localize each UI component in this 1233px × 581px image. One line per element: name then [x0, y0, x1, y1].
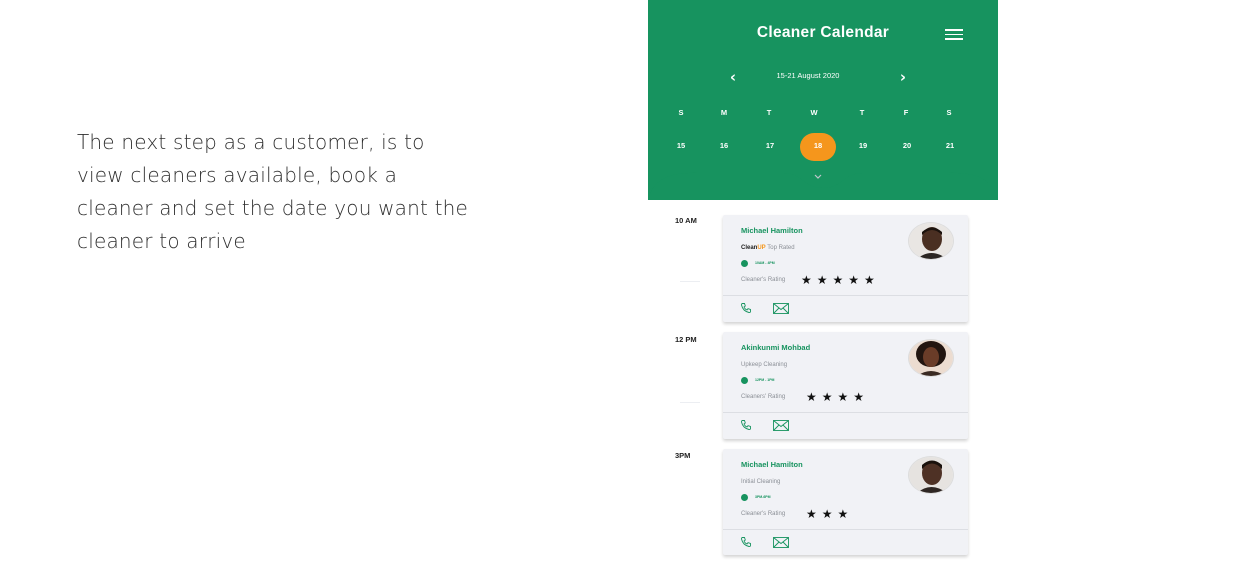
brand-suffix: UP [757, 245, 766, 251]
weekday-label: S [678, 108, 684, 117]
cleaner-card[interactable]: Akinkunmi Mohbad Upkeep Cleaning 12PM - … [723, 332, 968, 439]
timeline-divider [680, 281, 700, 282]
timeline-divider [680, 402, 700, 403]
date-cell[interactable]: 21 [932, 141, 968, 169]
weekday-label: T [859, 108, 865, 117]
star-rating: ★★★ [806, 507, 854, 521]
cleaner-name[interactable]: Akinkunmi Mohbad [741, 343, 810, 352]
phone-icon[interactable] [740, 302, 752, 314]
mail-icon[interactable] [773, 303, 789, 314]
clock-icon [741, 494, 748, 501]
tag-text: Top Rated [765, 245, 795, 251]
cleaner-tag: CleanUP Top Rated [741, 245, 795, 251]
cleaner-card[interactable]: Michael Hamilton Initial Cleaning 3PM-6P… [723, 449, 968, 555]
cleaner-name[interactable]: Michael Hamilton [741, 226, 803, 235]
cleaner-card[interactable]: Michael Hamilton CleanUP Top Rated 10AM … [723, 215, 968, 322]
card-divider [723, 529, 968, 530]
date-cell[interactable]: 17 [752, 141, 788, 169]
working-hours: 10AM - 4PM [755, 261, 775, 265]
cleaner-tag: Initial Cleaning [741, 479, 780, 485]
time-slot-label: 3PM [675, 451, 691, 460]
description-text: The next step as a customer, is to view … [77, 130, 469, 253]
date-cell[interactable]: 16 [706, 141, 742, 169]
card-divider [723, 412, 968, 413]
avatar [908, 339, 954, 377]
cleaner-tag: Upkeep Cleaning [741, 362, 787, 368]
clock-icon [741, 377, 748, 384]
card-divider [723, 295, 968, 296]
weekday-label: S [946, 108, 952, 117]
clock-icon [741, 260, 748, 267]
phone-icon[interactable] [740, 536, 752, 548]
menu-icon[interactable] [945, 29, 963, 41]
date-cell[interactable]: 15 [663, 141, 699, 169]
working-hours: 12PM - 1PM [755, 378, 775, 382]
mail-icon[interactable] [773, 537, 789, 548]
weekday-label: F [903, 108, 909, 117]
week-range: 15-21 August 2020 [776, 71, 840, 80]
mail-icon[interactable] [773, 420, 789, 431]
weekday-label: T [766, 108, 772, 117]
brand-prefix: Clean [741, 245, 758, 251]
avatar [908, 222, 954, 260]
phone-screen: Cleaner Calendar ‹ 15-21 August 2020 › S… [648, 0, 998, 581]
chevron-down-icon[interactable] [811, 172, 825, 182]
working-hours: 3PM-6PM [755, 495, 771, 499]
avatar [908, 456, 954, 494]
cleaner-name[interactable]: Michael Hamilton [741, 460, 803, 469]
time-slot-label: 10 AM [675, 216, 697, 225]
phone-icon[interactable] [740, 419, 752, 431]
date-cell[interactable]: 19 [845, 141, 881, 169]
date-cell-selected[interactable]: 18 [800, 133, 836, 161]
star-rating: ★★★★★ [801, 273, 880, 287]
rating-label: Cleaners' Rating [741, 394, 786, 400]
tag-text: Initial Cleaning [741, 479, 781, 485]
weekday-label: M [720, 108, 728, 117]
time-slot-label: 12 PM [675, 335, 697, 344]
rating-label: Cleaner's Rating [741, 277, 786, 283]
date-cell[interactable]: 20 [889, 141, 925, 169]
rating-label: Cleaner's Rating [741, 511, 786, 517]
tag-text: Upkeep Cleaning [741, 362, 788, 368]
star-rating: ★★★★ [806, 390, 870, 404]
weekday-label: W [810, 108, 818, 117]
chevron-right-icon[interactable]: › [893, 66, 913, 88]
